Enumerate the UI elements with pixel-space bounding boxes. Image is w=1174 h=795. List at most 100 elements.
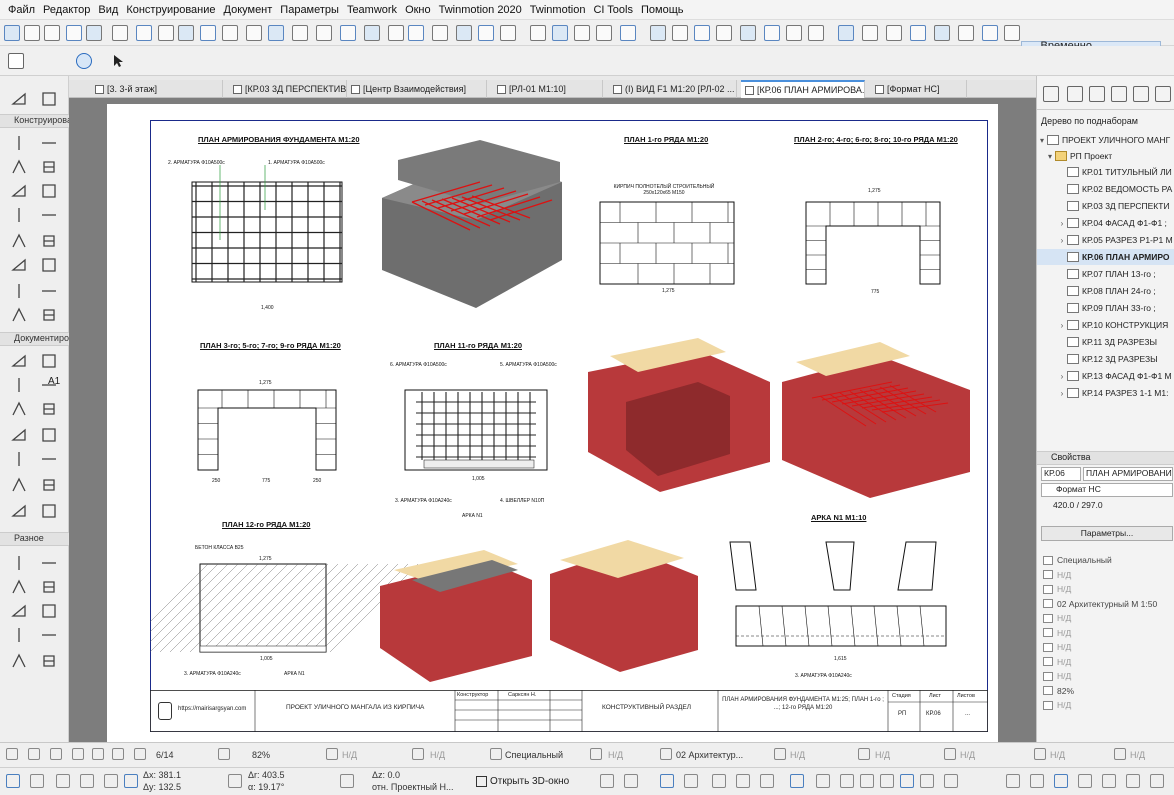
toolbox-section-document[interactable]: Документиро — [0, 332, 69, 346]
navigator-view-icon[interactable] — [1067, 86, 1083, 102]
preview-icon[interactable] — [316, 25, 332, 41]
status-control-icon[interactable] — [1114, 748, 1126, 760]
prop-format-select[interactable]: Формат НС — [1041, 483, 1173, 497]
explode-icon[interactable] — [886, 25, 902, 41]
toolbox-section-construct[interactable]: Конструирова — [0, 114, 69, 128]
angle-icon[interactable] — [112, 25, 128, 41]
fit-icon[interactable] — [292, 25, 308, 41]
tree-item-layout[interactable]: КР.07 ПЛАН 13-го ; — [1037, 266, 1174, 282]
coordinate-tool-icon[interactable] — [624, 774, 638, 788]
tab-2[interactable]: [Центр Взаимодействия] — [347, 80, 487, 98]
coordinate-tool-icon[interactable] — [1030, 774, 1044, 788]
shell-tool-icon[interactable] — [40, 182, 58, 200]
zoom-level[interactable]: 82% — [252, 750, 270, 760]
trim-icon[interactable] — [740, 25, 756, 41]
tree-item-layout[interactable]: › КР.10 КОНСТРУКЦИЯ — [1037, 317, 1174, 333]
coordinate-tool-icon[interactable] — [860, 774, 874, 788]
window-icon[interactable] — [340, 25, 356, 41]
coordinate-tool-icon[interactable] — [340, 774, 354, 788]
section-icon[interactable] — [456, 25, 472, 41]
menu-item-6[interactable]: Teamwork — [343, 4, 401, 16]
status-control-icon[interactable] — [412, 748, 424, 760]
redo-icon[interactable] — [24, 25, 40, 41]
property-row[interactable]: Н/Д — [1037, 697, 1174, 713]
teamwork-icon[interactable] — [934, 25, 950, 41]
roof-tool-icon[interactable] — [10, 182, 28, 200]
rotate-view-icon[interactable] — [76, 53, 92, 69]
arrow-tool-icon[interactable] — [10, 90, 28, 108]
arrow-tool-icon[interactable] — [10, 626, 28, 644]
tree-item-layout[interactable]: КР.01 ТИТУЛЬНЫЙ ЛИ — [1037, 164, 1174, 180]
visibility-icon[interactable] — [910, 25, 926, 41]
figure-tool-icon[interactable] — [40, 502, 58, 520]
status-control-icon[interactable] — [490, 748, 502, 760]
change-tool-icon[interactable] — [40, 602, 58, 620]
coordinate-tool-icon[interactable] — [80, 774, 94, 788]
ungroup-ico-icon[interactable] — [552, 25, 568, 41]
skylight-tool-icon[interactable] — [10, 352, 28, 370]
circle-tool-icon[interactable] — [10, 450, 28, 468]
grid-icon[interactable] — [178, 25, 194, 41]
coordinate-tool-icon[interactable] — [56, 774, 70, 788]
menu-item-1[interactable]: Редактор — [39, 4, 94, 16]
menu-item-4[interactable]: Документ — [220, 4, 277, 16]
expand-chevron-icon[interactable]: › — [1057, 236, 1067, 245]
menu-item-0[interactable]: Файл — [4, 4, 39, 16]
menu-item-11[interactable]: Помощь — [637, 4, 688, 16]
navigator-view-icon[interactable] — [1111, 86, 1127, 102]
coordinate-tool-icon[interactable] — [880, 774, 894, 788]
corner-window-tool-icon[interactable] — [40, 352, 58, 370]
light-icon[interactable] — [408, 25, 424, 41]
status-control-icon[interactable] — [660, 748, 672, 760]
navigator-view-icon[interactable] — [1089, 86, 1105, 102]
menu-item-3[interactable]: Конструирование — [122, 4, 219, 16]
tab-5[interactable]: [КР.06 ПЛАН АРМИРОВА... — [741, 80, 865, 98]
worksheet-tool-icon[interactable] — [10, 602, 28, 620]
tree-item-layout[interactable]: КР.11 3Д РАЗРЕЗЫ — [1037, 334, 1174, 350]
stair-tool-icon[interactable] — [10, 206, 28, 224]
status-control-icon[interactable] — [6, 748, 18, 760]
select-icon[interactable] — [500, 25, 516, 41]
fill-tool-icon[interactable] — [10, 426, 28, 444]
wall-tool-icon[interactable] — [10, 652, 28, 670]
tab-0[interactable]: [3. 3-й этаж] — [91, 80, 223, 98]
page-indicator[interactable]: 6/14 — [156, 750, 174, 760]
eyedropper-icon[interactable] — [66, 25, 82, 41]
coordinate-tool-icon[interactable] — [684, 774, 698, 788]
spline-tool-icon[interactable] — [40, 476, 58, 494]
array-icon[interactable] — [694, 25, 710, 41]
menu-item-5[interactable]: Параметры — [276, 4, 343, 16]
coordinate-tool-icon[interactable] — [1102, 774, 1116, 788]
expand-chevron-icon[interactable]: › — [1057, 321, 1067, 330]
pencil-icon[interactable] — [44, 25, 60, 41]
tab-6[interactable]: [Формат НС] — [871, 80, 967, 98]
curtain-wall-tool-icon[interactable] — [10, 232, 28, 250]
mirror-icon[interactable] — [672, 25, 688, 41]
coordinate-tool-icon[interactable] — [944, 774, 958, 788]
detail-tool-icon[interactable] — [40, 578, 58, 596]
window-tool-icon[interactable] — [40, 282, 58, 300]
status-control-icon[interactable] — [72, 748, 84, 760]
coordinate-tool-icon[interactable] — [30, 774, 44, 788]
coordinate-tool-icon[interactable] — [600, 774, 614, 788]
beam-tool-icon[interactable] — [10, 158, 28, 176]
coordinate-tool-icon[interactable] — [712, 774, 726, 788]
tree-item-layout[interactable]: › КР.14 РАЗРЕЗ 1-1 М1: — [1037, 385, 1174, 401]
polyline-tool-icon[interactable] — [10, 476, 28, 494]
settings-icon[interactable] — [1004, 25, 1020, 41]
section-tool-icon[interactable] — [40, 554, 58, 572]
railing-tool-icon[interactable] — [40, 206, 58, 224]
unlock-icon[interactable] — [620, 25, 636, 41]
menu-item-10[interactable]: CI Tools — [589, 4, 637, 16]
tree-folder[interactable]: ▾ РП Проект — [1037, 148, 1174, 164]
menu-item-7[interactable]: Окно — [401, 4, 435, 16]
lamp-tool-icon[interactable] — [40, 306, 58, 324]
layer-icon[interactable] — [246, 25, 262, 41]
coordinate-tool-icon[interactable] — [1150, 774, 1164, 788]
text-tool-icon[interactable] — [10, 400, 28, 418]
reserve-icon[interactable] — [958, 25, 974, 41]
navigator-view-icon[interactable] — [1043, 86, 1059, 102]
params-button[interactable]: Параметры... — [1041, 526, 1173, 541]
status-control-icon[interactable] — [590, 748, 602, 760]
coordinate-tool-icon[interactable] — [1006, 774, 1020, 788]
